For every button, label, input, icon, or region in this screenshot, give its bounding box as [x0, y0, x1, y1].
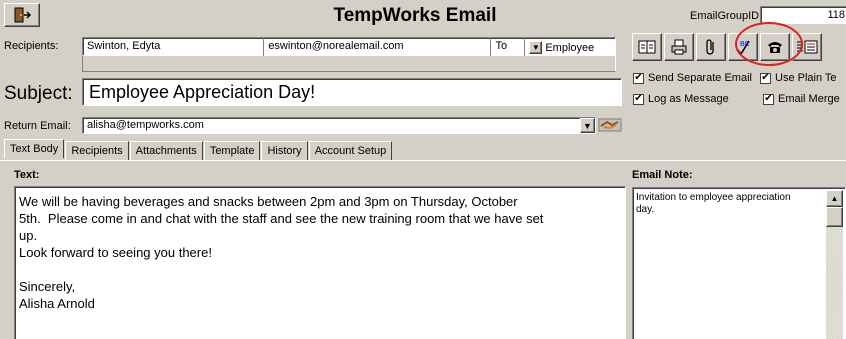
log-as-message-checkbox[interactable]: ✔ Log as Message	[633, 93, 729, 105]
exit-door-icon	[14, 7, 31, 23]
phone-button[interactable]	[760, 33, 790, 61]
print-icon	[671, 39, 687, 55]
attach-button[interactable]	[696, 33, 726, 61]
email-note-label: Email Note:	[632, 169, 693, 181]
exit-button[interactable]	[4, 3, 40, 27]
merge-fields-icon	[797, 40, 818, 54]
tab-account-setup[interactable]: Account Setup	[308, 141, 393, 160]
email-note-editor[interactable]: Invitation to employee appreciation day.	[632, 187, 846, 339]
address-book-icon	[638, 40, 656, 54]
text-line: 5th. Please come in and chat with the st…	[19, 211, 544, 226]
text-label: Text:	[14, 169, 40, 181]
send-separate-email-checkbox[interactable]: ✔ Send Separate Email	[633, 72, 752, 84]
tab-divider	[0, 160, 846, 161]
scroll-up-icon[interactable]: ▲	[826, 190, 843, 207]
recipient-kind-select[interactable]: ▼ Employee	[525, 38, 615, 57]
tab-recipients[interactable]: Recipients	[65, 141, 129, 160]
text-line: Look forward to seeing you there!	[19, 245, 212, 260]
recipient-kind: Employee	[545, 41, 595, 54]
tab-bar: Text Body Recipients Attachments Templat…	[4, 139, 393, 160]
send-separate-email-label: Send Separate Email	[648, 72, 752, 84]
handshake-icon[interactable]	[598, 116, 622, 134]
subject-input[interactable]: Employee Appreciation Day!	[82, 78, 622, 106]
address-book-button[interactable]	[632, 33, 662, 61]
recipient-type[interactable]: To	[491, 38, 526, 57]
recipient-new-row[interactable]	[82, 56, 616, 72]
chevron-down-icon[interactable]: ▼	[580, 118, 595, 133]
text-line: We will be having beverages and snacks b…	[19, 194, 518, 209]
spell-check-icon: BC	[736, 40, 750, 56]
checkmark-icon: ✔	[760, 72, 771, 84]
tab-attachments[interactable]: Attachments	[129, 141, 203, 160]
checkmark-icon: ✔	[633, 93, 644, 105]
note-line: day.	[636, 204, 655, 215]
use-plain-text-checkbox[interactable]: ✔ Use Plain Te	[760, 72, 837, 84]
tab-text-body[interactable]: Text Body	[4, 139, 65, 158]
toolbar: BC	[632, 33, 822, 61]
text-line: up.	[19, 228, 38, 243]
checkmark-icon: ✔	[763, 93, 774, 105]
recipient-name[interactable]: Swinton, Edyta	[83, 38, 265, 57]
recipients-label: Recipients:	[4, 40, 59, 52]
app-title: TempWorks Email	[333, 5, 497, 26]
email-group-id-label: EmailGroupID	[690, 10, 760, 22]
email-merge-label: Email Merge	[778, 93, 840, 105]
recipient-email[interactable]: eswinton@norealemail.com	[264, 38, 492, 57]
text-line: Sincerely,	[19, 279, 76, 294]
return-email-select[interactable]: alisha@tempworks.com	[82, 117, 596, 134]
recipient-row[interactable]: Swinton, Edyta eswinton@norealemail.com …	[82, 37, 616, 57]
tab-history[interactable]: History	[261, 141, 308, 160]
merge-fields-button[interactable]	[792, 33, 822, 61]
chevron-down-icon[interactable]: ▼	[529, 41, 543, 54]
checkmark-icon: ✔	[633, 72, 644, 84]
phone-icon	[768, 42, 782, 53]
return-email-label: Return Email:	[4, 120, 71, 132]
text-line: Alisha Arnold	[19, 296, 95, 311]
text-body-editor[interactable]: We will be having beverages and snacks b…	[14, 186, 626, 339]
scroll-thumb[interactable]	[826, 207, 843, 227]
use-plain-text-label: Use Plain Te	[775, 72, 837, 84]
log-as-message-label: Log as Message	[648, 93, 729, 105]
attachment-icon	[706, 39, 714, 55]
tab-template[interactable]: Template	[203, 141, 261, 160]
text-line: ​	[19, 261, 621, 278]
spell-check-button[interactable]: BC	[728, 33, 758, 61]
subject-label: Subject:	[4, 83, 73, 104]
print-button[interactable]	[664, 33, 694, 61]
email-group-id-field[interactable]: 118	[760, 6, 846, 24]
note-line: Invitation to employee appreciation	[636, 192, 791, 203]
email-merge-checkbox[interactable]: ✔ Email Merge	[763, 93, 840, 105]
